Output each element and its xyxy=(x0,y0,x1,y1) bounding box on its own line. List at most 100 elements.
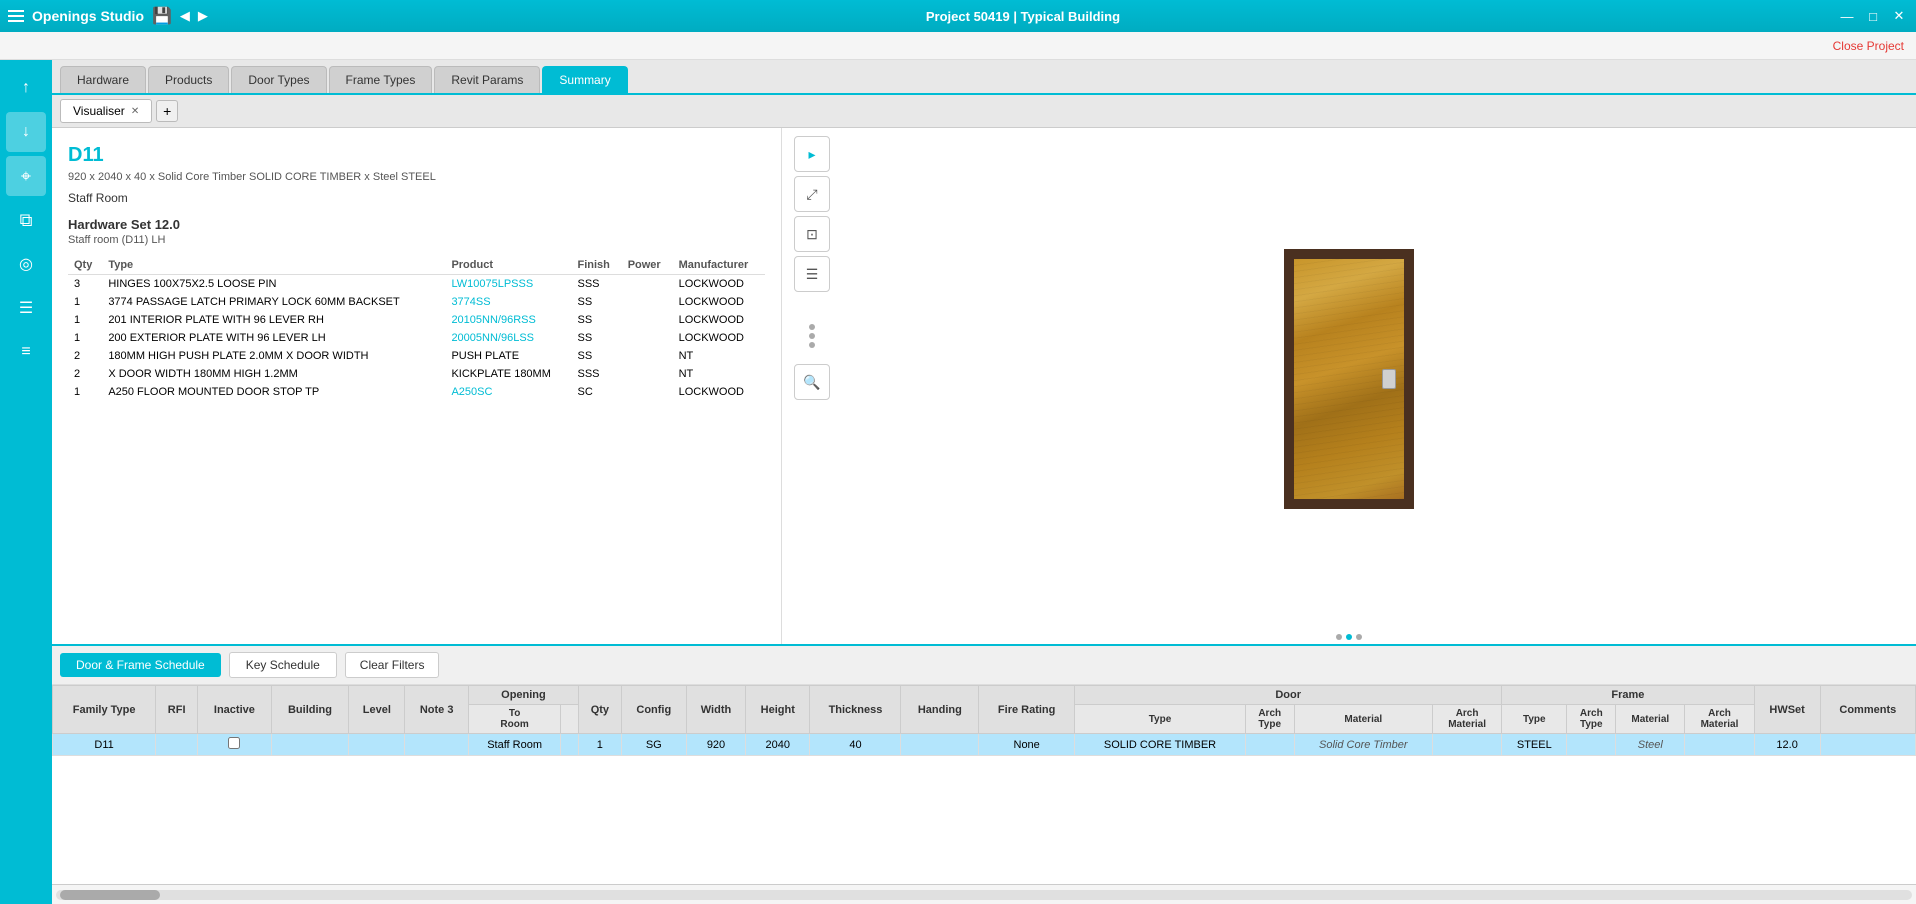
hardware-table: Qty Type Product Finish Power Manufactur… xyxy=(68,256,765,401)
col-note3-header: Note 3 xyxy=(405,686,469,734)
close-button[interactable]: ✕ xyxy=(1890,7,1908,25)
vis-page-dot-2 xyxy=(1346,634,1352,640)
hw-qty: 1 xyxy=(68,329,102,347)
vis-enter-tool[interactable]: ⊡ xyxy=(794,216,830,252)
sched-width: 920 xyxy=(686,734,745,756)
horizontal-scrollbar[interactable] xyxy=(52,884,1916,904)
inactive-checkbox[interactable] xyxy=(228,737,240,749)
col-door-arch-material-sub: ArchMaterial xyxy=(1432,705,1501,734)
schedule-table-area[interactable]: Family Type RFI Inactive Building Level … xyxy=(52,685,1916,884)
hardware-row: 1 201 INTERIOR PLATE WITH 96 LEVER RH 20… xyxy=(68,311,765,329)
tab-revit-params[interactable]: Revit Params xyxy=(434,66,540,93)
hw-manufacturer: LOCKWOOD xyxy=(673,275,765,294)
tab-hardware[interactable]: Hardware xyxy=(60,66,146,93)
hw-finish: SSS xyxy=(571,275,621,294)
col-level-header: Level xyxy=(349,686,405,734)
product-link[interactable]: A250SC xyxy=(445,383,571,401)
sidebar-icon-copy[interactable]: ⧉ xyxy=(6,200,46,240)
vis-bottom-dots xyxy=(1332,630,1366,644)
col-building-header: Building xyxy=(271,686,349,734)
sidebar-icon-arrow-up[interactable]: ↑ xyxy=(6,68,46,108)
col-comments-header: Comments xyxy=(1820,686,1915,734)
sched-handing xyxy=(901,734,979,756)
hw-qty: 2 xyxy=(68,347,102,365)
hw-qty: 3 xyxy=(68,275,102,294)
hw-power xyxy=(622,383,673,401)
maximize-button[interactable]: □ xyxy=(1864,7,1882,25)
sidebar-icon-arrow-down[interactable]: ↓ xyxy=(6,112,46,152)
door-description: 920 x 2040 x 40 x Solid Core Timber SOLI… xyxy=(68,171,765,183)
sched-frame-type: STEEL xyxy=(1502,734,1567,756)
key-schedule-tab[interactable]: Key Schedule xyxy=(229,652,337,678)
sched-note3 xyxy=(405,734,469,756)
hw-finish: SC xyxy=(571,383,621,401)
sched-height: 2040 xyxy=(746,734,810,756)
title-bar-left: Openings Studio 💾 ◀ ▶ xyxy=(8,6,208,26)
sidebar-icon-cursor[interactable]: ⌖ xyxy=(6,156,46,196)
vis-list-tool[interactable]: ☰ xyxy=(794,256,830,292)
tab-frame-types[interactable]: Frame Types xyxy=(329,66,433,93)
menu-icon[interactable] xyxy=(8,10,24,22)
schedule-row[interactable]: D11 Staff Room 1 SG 920 2040 40 None SOL… xyxy=(53,734,1916,756)
col-door-arch-type-sub: ArchType xyxy=(1245,705,1294,734)
visualiser-tab[interactable]: Visualiser ✕ xyxy=(60,99,152,123)
product-link[interactable]: 20105NN/96RSS xyxy=(445,311,571,329)
sidebar-icon-lines[interactable]: ≡ xyxy=(6,332,46,372)
sched-frame-arch-type xyxy=(1567,734,1616,756)
vis-magnify-tool[interactable]: 🔍 xyxy=(794,364,830,400)
vis-dot-2 xyxy=(809,333,815,339)
col-door-material-sub: Material xyxy=(1294,705,1432,734)
clear-filters-button[interactable]: Clear Filters xyxy=(345,652,440,678)
hw-power xyxy=(622,347,673,365)
door-image-container xyxy=(1284,128,1414,630)
sched-frame-arch-material xyxy=(1685,734,1754,756)
hardware-set-title: Hardware Set 12.0 xyxy=(68,217,765,232)
scrollbar-track xyxy=(56,890,1912,900)
col-width-header: Width xyxy=(686,686,745,734)
door-frame-schedule-tab[interactable]: Door & Frame Schedule xyxy=(60,653,221,677)
sched-thickness: 40 xyxy=(810,734,901,756)
hw-qty: 1 xyxy=(68,293,102,311)
door-image xyxy=(1284,249,1414,509)
tab-summary[interactable]: Summary xyxy=(542,66,627,93)
scrollbar-thumb[interactable] xyxy=(60,890,160,900)
hw-finish: SS xyxy=(571,347,621,365)
sched-comments xyxy=(1820,734,1915,756)
product-cell: PUSH PLATE xyxy=(445,347,571,365)
sched-level xyxy=(349,734,405,756)
product-link[interactable]: 3774SS xyxy=(445,293,571,311)
col-manufacturer: Manufacturer xyxy=(673,256,765,275)
hw-type: 180MM HIGH PUSH PLATE 2.0MM X DOOR WIDTH xyxy=(102,347,445,365)
col-handing-header: Handing xyxy=(901,686,979,734)
vis-select-tool[interactable]: ▸ xyxy=(794,136,830,172)
add-tab-button[interactable]: + xyxy=(156,100,178,122)
visualiser-tab-close[interactable]: ✕ xyxy=(131,106,139,117)
tab-door-types[interactable]: Door Types xyxy=(231,66,326,93)
sched-qty: 1 xyxy=(579,734,622,756)
close-project-link[interactable]: Close Project xyxy=(1833,39,1904,53)
product-link[interactable]: LW10075LPSSS xyxy=(445,275,571,294)
col-frame-type-sub: Type xyxy=(1502,705,1567,734)
minimize-button[interactable]: — xyxy=(1838,7,1856,25)
sched-hwset: 12.0 xyxy=(1754,734,1820,756)
product-link[interactable]: 20005NN/96LSS xyxy=(445,329,571,347)
door-detail-panel: D11 920 x 2040 x 40 x Solid Core Timber … xyxy=(52,128,782,644)
col-fire-rating-header: Fire Rating xyxy=(979,686,1075,734)
sidebar-icon-list[interactable]: ☰ xyxy=(6,288,46,328)
hw-qty: 2 xyxy=(68,365,102,383)
redo-icon[interactable]: ▶ xyxy=(198,8,208,24)
sidebar-icon-globe[interactable]: ◎ xyxy=(6,244,46,284)
sched-door-type: SOLID CORE TIMBER xyxy=(1075,734,1246,756)
col-opening-group: Opening xyxy=(468,686,578,705)
undo-icon[interactable]: ◀ xyxy=(180,8,190,24)
save-icon[interactable]: 💾 xyxy=(152,6,172,26)
col-finish: Finish xyxy=(571,256,621,275)
vis-zoom-tool[interactable]: ⤢ xyxy=(794,176,830,212)
door-handle xyxy=(1382,369,1396,389)
col-qty: Qty xyxy=(68,256,102,275)
col-product: Product xyxy=(445,256,571,275)
left-sidebar: ↑ ↓ ⌖ ⧉ ◎ ☰ ≡ xyxy=(0,60,52,904)
hw-manufacturer: NT xyxy=(673,347,765,365)
tab-products[interactable]: Products xyxy=(148,66,229,93)
vis-page-dot-3 xyxy=(1356,634,1362,640)
